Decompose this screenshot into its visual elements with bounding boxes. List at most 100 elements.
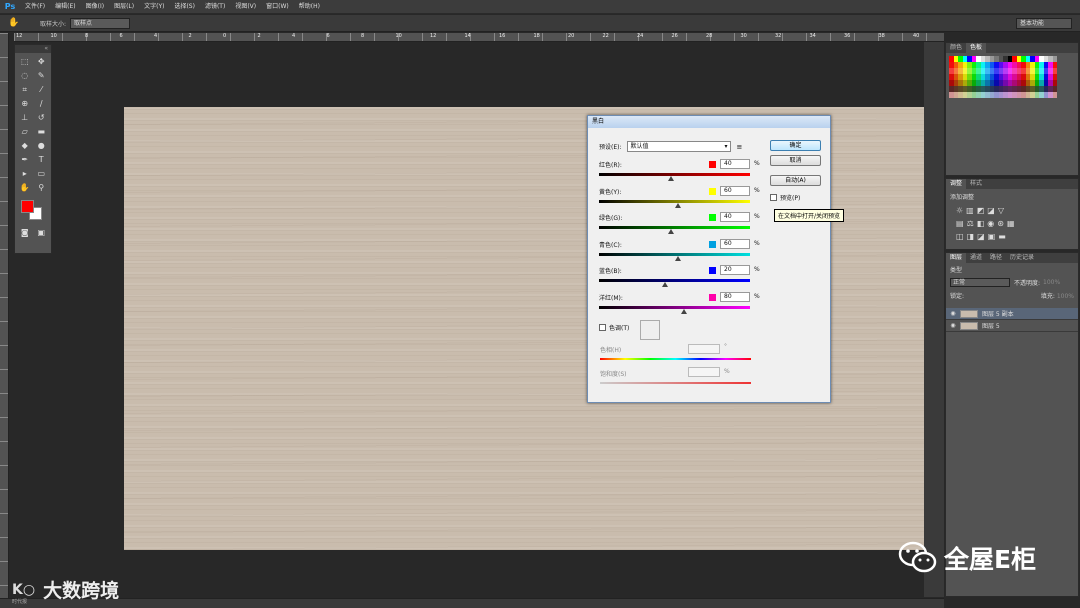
slider-thumb[interactable] [662,282,669,287]
vibrance-icon[interactable]: ▽ [998,206,1004,215]
healing-brush-icon[interactable]: ⊕ [17,97,33,110]
lasso-tool-icon[interactable]: ◌ [17,69,33,82]
posterize-icon[interactable]: ◨ [967,232,975,241]
slider-value-input[interactable]: 60 [720,185,750,196]
screen-mode-icon[interactable]: ▣ [34,226,50,239]
channel-mixer-icon[interactable]: ⊛ [997,219,1004,228]
slider-track[interactable] [599,173,750,176]
slider-track[interactable] [599,279,750,282]
color-balance-icon[interactable]: ⚖ [967,219,974,228]
eraser-tool-icon[interactable]: ▱ [17,125,33,138]
hand-icon[interactable]: ✋ [0,16,28,31]
exposure-icon[interactable]: ◪ [987,206,995,215]
fill-value[interactable]: 100% [1057,293,1074,300]
slider-thumb[interactable] [680,308,687,314]
marquee-tool-icon[interactable]: ⬚ [17,55,33,68]
blur-tool-icon[interactable]: ◆ [17,139,33,152]
foreground-color-swatch[interactable] [21,200,34,213]
slider-value-input[interactable]: 60 [720,238,750,249]
gradient-tool-icon[interactable]: ▬ [34,125,50,138]
preset-select[interactable]: 默认值 [626,141,731,152]
brightness-icon[interactable]: ☼ [956,206,963,215]
photo-filter-icon[interactable]: ◉ [987,219,994,228]
preview-checkbox-box[interactable] [770,194,777,201]
quick-select-icon[interactable]: ✎ [34,69,50,82]
sample-size-select[interactable]: 取样点 [70,17,131,29]
filter-kind-select[interactable]: 类型 [950,265,962,274]
panel-tab[interactable]: 路径 [986,253,1006,263]
threshold-icon[interactable]: ◪ [977,232,985,241]
panel-tab[interactable]: 调整 [946,179,967,189]
menu-item[interactable]: 文字(Y) [139,0,169,14]
tint-color-preview[interactable] [640,320,660,340]
panel-tab[interactable]: 图层 [946,253,967,263]
curves-icon[interactable]: ◩ [977,206,985,215]
dodge-tool-icon[interactable]: ● [34,139,50,152]
crop-tool-icon[interactable]: ⌗ [17,83,33,96]
levels-icon[interactable]: ▥ [966,206,974,215]
panel-tab[interactable]: 通道 [966,253,986,263]
layer-row[interactable]: ◉ 图层 5 副本 [946,308,1078,320]
workspace-select[interactable]: 基本功能 [1016,18,1072,29]
menu-item[interactable]: 帮助(H) [294,0,325,14]
opacity-value[interactable]: 100% [1043,279,1060,286]
slider-thumb[interactable] [674,202,681,208]
type-tool-icon[interactable]: T [34,153,50,166]
preset-menu-icon[interactable]: ≡ [737,143,743,151]
slider-thumb[interactable] [674,255,681,261]
pen-tool-icon[interactable]: ✒ [17,153,33,166]
menu-item[interactable]: 图像(I) [81,0,109,14]
layer-row[interactable]: ◉ 图层 5 [946,320,1078,332]
menu-item[interactable]: 选择(S) [169,0,200,14]
blend-mode-select[interactable]: 正常 [950,278,1010,287]
menu-item[interactable]: 编辑(E) [50,0,80,14]
brush-tool-icon[interactable]: ∕ [34,97,50,110]
saturation-gradient-bar[interactable] [600,382,751,384]
zoom-tool-icon[interactable]: ⚲ [34,181,50,194]
stamp-tool-icon[interactable]: ⊥ [17,111,33,124]
move-tool-icon[interactable]: ✥ [34,55,50,68]
selective-color-icon[interactable]: ▣ [988,232,996,241]
slider-thumb[interactable] [668,229,675,234]
eyedropper-icon[interactable]: ⁄ [34,83,50,96]
shape-tool-icon[interactable]: ▭ [34,167,50,180]
color-swatch[interactable] [1052,92,1057,98]
slider-value-input[interactable]: 40 [720,159,750,169]
eye-icon[interactable]: ◉ [946,310,960,317]
hue-input[interactable] [688,344,720,354]
panel-tab[interactable]: 历史记录 [1006,253,1038,263]
tint-checkbox[interactable]: 色调(T) [599,323,629,332]
menu-item[interactable]: 滤镜(T) [200,0,230,14]
ok-button[interactable]: 确定 [770,140,821,151]
tint-checkbox-box[interactable] [599,324,606,331]
panel-tab[interactable]: 样式 [966,179,986,189]
slider-value-input[interactable]: 80 [720,291,750,302]
hue-gradient-bar[interactable] [600,358,751,360]
saturation-input[interactable] [688,367,720,377]
gradient-map-icon[interactable]: ▬ [998,232,1006,241]
slider-value-input[interactable]: 40 [720,212,750,222]
slider-track[interactable] [599,305,750,309]
slider-track[interactable] [599,226,750,229]
dialog-title[interactable]: 黑白 [588,116,830,128]
preview-checkbox[interactable]: 预览(P) [770,193,800,202]
panel-tab[interactable]: 色板 [966,43,987,53]
menu-item[interactable]: 文件(F) [20,0,50,14]
hand-tool-icon[interactable]: ✋ [17,181,33,194]
quick-mask-icon[interactable]: ◙ [17,226,33,239]
hue-sat-icon[interactable]: ▤ [956,219,964,228]
path-select-icon[interactable]: ▸ [17,167,33,180]
panel-tab[interactable]: 颜色 [946,43,966,53]
auto-button[interactable]: 自动(A) [770,175,821,186]
invert-icon[interactable]: ◫ [956,232,964,241]
color-lookup-icon[interactable]: ▦ [1007,219,1015,228]
menu-item[interactable]: 图层(L) [109,0,139,14]
menu-item[interactable]: 视图(V) [230,0,261,14]
menu-item[interactable]: 窗口(W) [261,0,294,14]
history-brush-icon[interactable]: ↺ [34,111,50,124]
toolbox-header[interactable]: « [15,45,51,53]
black-white-icon[interactable]: ◧ [977,219,985,228]
cancel-button[interactable]: 取消 [770,155,821,166]
slider-thumb[interactable] [668,176,675,181]
slider-value-input[interactable]: 20 [720,265,750,275]
